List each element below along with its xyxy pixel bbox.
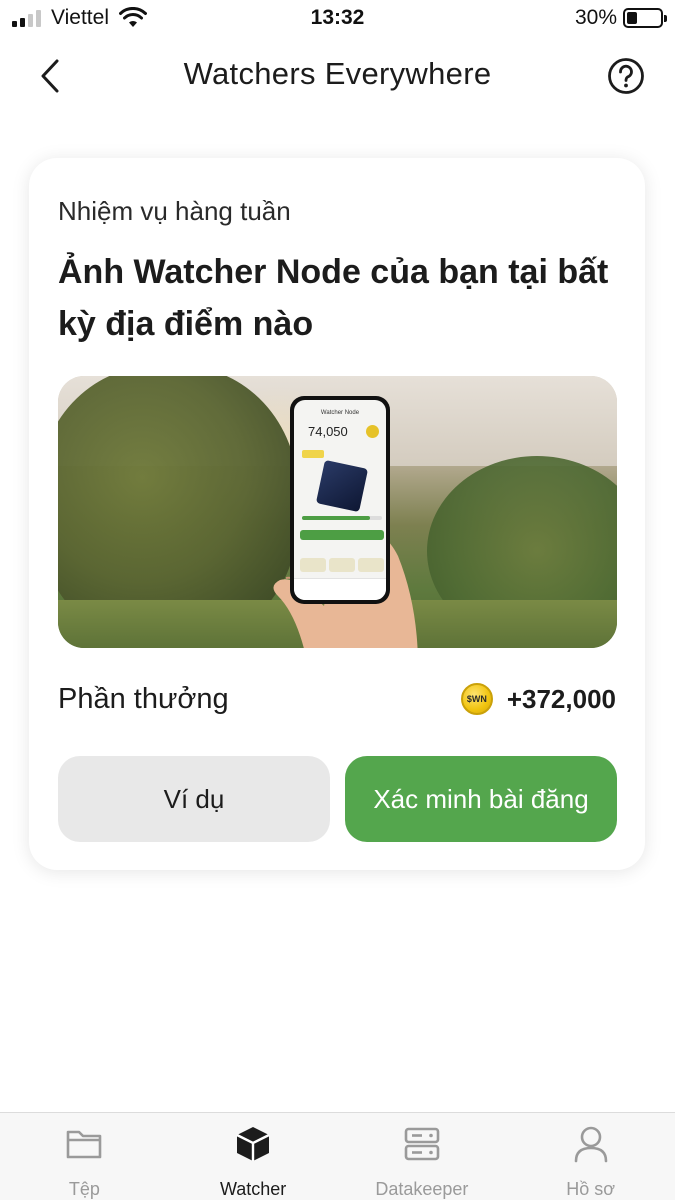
phone-mockup: Watcher Node 74,050 <box>290 396 390 604</box>
phone-screen-tabbar <box>294 578 386 600</box>
status-bar: Viettel 13:32 30% <box>0 0 675 38</box>
tab-files[interactable]: Tệp <box>0 1113 169 1200</box>
battery-icon <box>623 8 667 28</box>
question-circle-icon <box>608 58 644 94</box>
tab-label: Datakeeper <box>375 1179 469 1199</box>
battery-percentage: 30% <box>574 6 617 29</box>
task-subtitle: Nhiệm vụ hàng tuần <box>58 196 291 226</box>
help-button[interactable] <box>607 57 645 95</box>
reward-amount: +372,000 <box>506 683 616 714</box>
tab-label: Watcher <box>219 1179 287 1199</box>
server-icon <box>403 1125 441 1163</box>
tab-datakeeper[interactable]: Datakeeper <box>338 1113 507 1200</box>
phone-screen-chip <box>302 450 324 458</box>
clock: 13:32 <box>310 6 365 29</box>
tab-label: Tệp <box>68 1179 100 1199</box>
tab-label: Hồ sơ <box>566 1179 616 1199</box>
tab-bar: Tệp Watcher Datakeeper Hồ sơ <box>0 1112 675 1200</box>
tab-watcher[interactable]: Watcher <box>169 1113 338 1200</box>
status-right: 30% <box>574 6 667 30</box>
tab-profile[interactable]: Hồ sơ <box>506 1113 675 1200</box>
page-title: Watchers Everywhere <box>183 56 492 91</box>
cube-icon <box>234 1125 272 1163</box>
phone-screen-progress <box>302 516 382 520</box>
folder-icon <box>65 1125 103 1163</box>
task-card: Nhiệm vụ hàng tuần Ảnh Watcher Node của … <box>29 158 645 870</box>
phone-screen-tiles <box>300 558 384 572</box>
reward-value: $WN +372,000 <box>460 683 616 715</box>
user-icon <box>572 1125 610 1163</box>
cube-image <box>315 459 369 513</box>
phone-screen-amount: 74,050 <box>308 424 348 439</box>
example-button[interactable]: Ví dụ <box>58 756 330 842</box>
phone-screen-button <box>300 530 384 540</box>
nav-header: Watchers Everywhere <box>0 40 675 112</box>
coin-icon <box>366 425 379 438</box>
phone-screen: Watcher Node 74,050 <box>294 400 386 600</box>
verify-post-button[interactable]: Xác minh bài đăng <box>345 756 617 842</box>
reward-label: Phần thưởng <box>58 683 229 715</box>
phone-screen-title: Watcher Node <box>320 410 360 416</box>
wn-coin-icon: $WN <box>460 683 493 715</box>
task-image: Watcher Node 74,050 <box>58 376 617 648</box>
task-title: Ảnh Watcher Node của bạn tại bất kỳ địa … <box>58 253 609 343</box>
